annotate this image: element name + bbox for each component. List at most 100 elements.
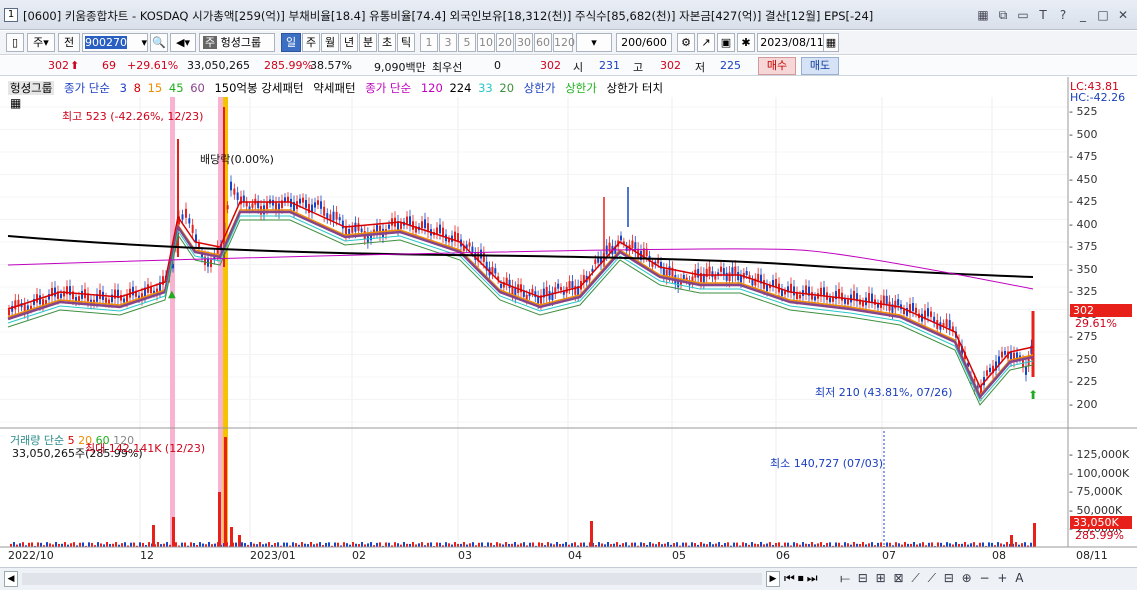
- chart-settings-icon[interactable]: ▦: [10, 96, 21, 110]
- price-tick: - 350: [1069, 262, 1098, 276]
- maximize-icon[interactable]: □: [1095, 7, 1111, 23]
- calendar-icon[interactable]: ▦: [823, 33, 839, 52]
- scroll-right-icon[interactable]: ▶: [766, 571, 780, 587]
- interval-30[interactable]: 30: [515, 33, 533, 52]
- price-tick: - 450: [1069, 172, 1098, 186]
- save-icon[interactable]: ▣: [717, 33, 735, 52]
- drawing-tools[interactable]: ⟝ ⊟ ⊞ ⊠ ⟋ ⟋ ⊟ ⊕ − + A: [840, 571, 1026, 586]
- chart-tool-icon[interactable]: ↗: [697, 33, 715, 52]
- price-tick: - 250: [1069, 352, 1098, 366]
- code-input[interactable]: 900270 ▾: [82, 33, 148, 52]
- font-icon[interactable]: T: [1035, 7, 1051, 23]
- tab-second[interactable]: 초: [378, 33, 396, 52]
- tab-week[interactable]: 주: [302, 33, 320, 52]
- sound-icon[interactable]: ◀▾: [170, 33, 196, 52]
- high-label: 고: [633, 61, 644, 74]
- amount: 9,090백만: [374, 61, 426, 74]
- chart-type-icon[interactable]: ▯: [6, 33, 24, 52]
- legend-limit-touch[interactable]: 상한가 터치: [606, 81, 663, 95]
- date-tick: 08: [992, 549, 1006, 562]
- volume-tick: - 125,000K: [1069, 448, 1130, 461]
- tab-minute[interactable]: 분: [359, 33, 377, 52]
- chart-legend: 헝셩그룹 종가 단순 3 8 15 45 60 150억봉 강세패턴 약세패턴 …: [8, 80, 669, 96]
- tab-month[interactable]: 월: [321, 33, 339, 52]
- tab-year[interactable]: 년: [340, 33, 358, 52]
- volume-tick: - 50,000K: [1069, 503, 1123, 517]
- legend-ma-20: 20: [499, 81, 515, 95]
- title-bar: 1 [0600] 키움종합차트 - KOSDAQ 시가총액[259(억)] 부채…: [0, 0, 1137, 30]
- price-tick: - 275: [1069, 330, 1098, 343]
- dividend-annotation: 배당락(0.00%): [200, 153, 274, 166]
- interval-3[interactable]: 3: [439, 33, 457, 52]
- window-controls: ▦ ⧉ ▭ T ? _ □ ✕: [975, 7, 1131, 23]
- price-tick: - 400: [1069, 217, 1098, 231]
- legend-ma2-label[interactable]: 종가 단순: [365, 81, 411, 95]
- scroll-track[interactable]: [22, 573, 762, 585]
- legend-limit-up[interactable]: 상한가: [524, 81, 556, 95]
- date-tick: 02: [352, 549, 366, 562]
- type-selector[interactable]: 주▾: [27, 33, 55, 52]
- price-tick: - 200: [1069, 397, 1098, 411]
- prev-button[interactable]: 전: [58, 33, 80, 52]
- legend-ma-33: 33: [478, 81, 493, 95]
- tab-day[interactable]: 일: [281, 33, 301, 52]
- legend-ma-60: 60: [190, 81, 205, 95]
- ask-price: 302: [540, 59, 561, 72]
- date-input[interactable]: 2023/08/11: [757, 33, 827, 52]
- gear-icon[interactable]: ✱: [737, 33, 755, 52]
- price-tick: - 500: [1069, 127, 1098, 141]
- restore-layout-icon[interactable]: ⧉: [995, 7, 1011, 23]
- current-price-tag: 302: [1070, 304, 1132, 317]
- close-icon[interactable]: ✕: [1115, 7, 1131, 23]
- sell-button[interactable]: 매도: [801, 57, 839, 75]
- svg-text:⬆: ⬆: [1028, 388, 1038, 402]
- turnover: 38.57%: [310, 59, 352, 72]
- interval-10[interactable]: 10: [477, 33, 495, 52]
- stock-name-field[interactable]: 주 헝셩그룹: [199, 33, 275, 52]
- toolbar: ▯ 주▾ 전 900270 ▾ 🔍 ◀▾ 주 헝셩그룹 일 주 월 년 분 초 틱…: [0, 31, 1137, 55]
- window-title: [0600] 키움종합차트 - KOSDAQ 시가총액[259(억)] 부채비율…: [23, 9, 874, 23]
- window-number[interactable]: 1: [4, 8, 18, 22]
- legend-ma-label[interactable]: 종가 단순: [64, 81, 110, 95]
- current-volume-tag: 33,050K: [1070, 516, 1132, 529]
- preferred-label: 최우선: [432, 61, 463, 74]
- price-chart[interactable]: ⬆▲: [0, 77, 1137, 567]
- legend-ma-15: 15: [147, 81, 163, 95]
- interval-1[interactable]: 1: [420, 33, 438, 52]
- low-label: 저: [695, 61, 706, 74]
- date-tick: 07: [882, 549, 896, 562]
- volume-high-annotation: 최대 142,141K (12/23): [85, 442, 206, 455]
- scroll-bar[interactable]: ◀ ▶ ⏮⏹⏭ ⟝ ⊟ ⊞ ⊠ ⟋ ⟋ ⊟ ⊕ − + A: [0, 567, 1137, 590]
- legend-pattern-bear[interactable]: 약세패턴: [313, 81, 355, 95]
- volume-low-annotation: 최소 140,727 (07/03): [770, 457, 884, 470]
- date-tick: 03: [458, 549, 472, 562]
- scroll-left-icon[interactable]: ◀: [4, 571, 18, 587]
- legend-ma-120: 120: [420, 81, 443, 95]
- interval-120[interactable]: 120: [553, 33, 575, 52]
- date-tick: 12: [140, 549, 154, 562]
- count-input[interactable]: 200/600: [616, 33, 672, 52]
- preferred-value: 0: [494, 59, 501, 72]
- interval-60[interactable]: 60: [534, 33, 552, 52]
- low-price: 225: [720, 59, 741, 72]
- interval-5[interactable]: 5: [458, 33, 476, 52]
- current-price-pct: 29.61%: [1075, 317, 1117, 330]
- bookmark-icon[interactable]: ▭: [1015, 7, 1031, 23]
- playback-controls[interactable]: ⏮⏹⏭: [784, 571, 821, 586]
- current-volume-pct: 285.99%: [1075, 529, 1124, 542]
- low-annotation: 최저 210 (43.81%, 07/26): [815, 386, 953, 399]
- hc-label: HC:-42.26: [1070, 91, 1126, 104]
- tab-tick[interactable]: 틱: [397, 33, 415, 52]
- search-icon[interactable]: 🔍: [150, 33, 168, 52]
- legend-pattern-bull[interactable]: 150억봉 강세패턴: [214, 81, 303, 95]
- interval-dropdown[interactable]: ▾: [576, 33, 612, 52]
- settings-icon[interactable]: ⚙: [677, 33, 695, 52]
- legend-limit-up-2[interactable]: 상한가: [565, 81, 597, 95]
- help-icon[interactable]: ?: [1055, 7, 1071, 23]
- legend-stock[interactable]: 헝셩그룹: [8, 81, 55, 95]
- high-price: 302: [660, 59, 681, 72]
- grid-icon[interactable]: ▦: [975, 7, 991, 23]
- interval-20[interactable]: 20: [496, 33, 514, 52]
- buy-button[interactable]: 매수: [758, 57, 796, 75]
- minimize-icon[interactable]: _: [1075, 7, 1091, 23]
